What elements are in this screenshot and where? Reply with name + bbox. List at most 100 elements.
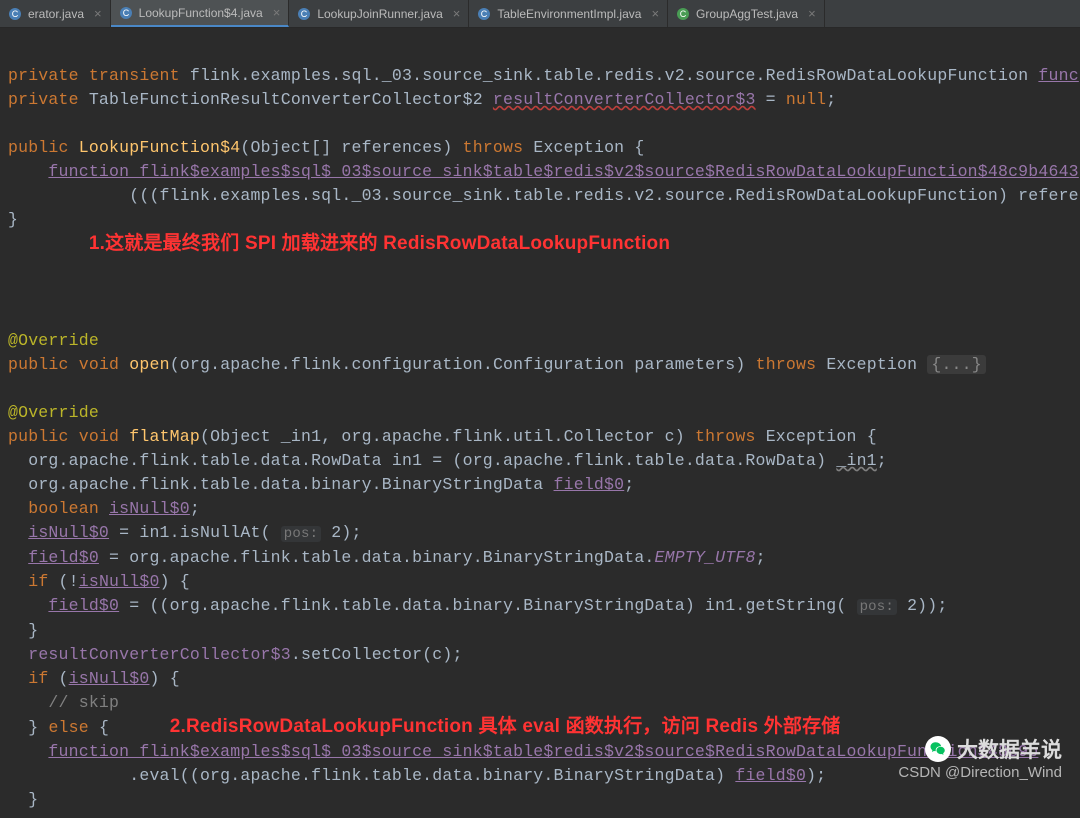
tab-label: LookupJoinRunner.java xyxy=(317,7,442,21)
wechat-icon xyxy=(925,736,951,762)
param-hint: pos: xyxy=(281,526,321,542)
close-icon[interactable]: × xyxy=(804,6,816,21)
code-editor[interactable]: private transient flink.examples.sql._03… xyxy=(0,28,1080,818)
annotation-note-1: 1.这就是最终我们 SPI 加载进来的 RedisRowDataLookupFu… xyxy=(89,233,670,254)
code-text: ( xyxy=(48,669,68,688)
param: _in1 xyxy=(836,451,876,470)
annotation-note-2: 2.RedisRowDataLookupFunction 具体 eval 函数执… xyxy=(170,716,841,737)
code-text: org.apache.flink.table.data.RowData in1 … xyxy=(28,451,836,470)
kw-private: private xyxy=(8,66,79,85)
watermark-line1: 大数据羊说 xyxy=(957,734,1062,764)
variable: function_flink$examples$sql$_03$source_s… xyxy=(48,742,1038,761)
field-name: func xyxy=(1038,66,1078,85)
code-text: ) { xyxy=(160,572,190,591)
brace: } xyxy=(28,621,38,640)
code-fold[interactable]: {...} xyxy=(927,355,986,374)
field-name: resultConverterCollector$3 xyxy=(28,645,291,664)
code-text: = ((org.apache.flink.table.data.binary.B… xyxy=(119,596,856,615)
class-icon: C xyxy=(8,7,22,21)
annotation-override: @Override xyxy=(8,331,99,350)
svg-text:C: C xyxy=(12,9,19,19)
tab-0[interactable]: C erator.java × xyxy=(0,0,111,27)
variable: isNull$0 xyxy=(79,572,160,591)
code-text xyxy=(99,499,109,518)
class-icon: C xyxy=(477,7,491,21)
kw-void: void xyxy=(79,427,119,446)
code-text: ; xyxy=(877,451,887,470)
class-icon: C xyxy=(119,6,133,20)
code-text: = in1.isNullAt( xyxy=(109,523,281,542)
close-icon[interactable]: × xyxy=(90,6,102,21)
param-hint: pos: xyxy=(857,599,897,615)
variable: isNull$0 xyxy=(28,523,109,542)
tab-label: erator.java xyxy=(28,7,84,21)
method-open: open xyxy=(129,355,169,374)
tab-4[interactable]: C GroupAggTest.java × xyxy=(668,0,825,27)
method-flatmap: flatMap xyxy=(129,427,200,446)
code-text: 2)); xyxy=(897,596,948,615)
close-icon[interactable]: × xyxy=(449,6,461,21)
code-text: ); xyxy=(806,766,826,785)
kw-public: public xyxy=(8,138,69,157)
code-text: org.apache.flink.table.data.binary.Binar… xyxy=(28,475,553,494)
kw-else: else xyxy=(48,718,88,737)
variable: field$0 xyxy=(28,548,99,567)
code-text: (((flink.examples.sql._03.source_sink.ta… xyxy=(129,186,1079,205)
variable: field$0 xyxy=(554,475,625,494)
variable: field$0 xyxy=(735,766,806,785)
tab-label: GroupAggTest.java xyxy=(696,7,798,21)
test-class-icon: C xyxy=(676,7,690,21)
kw-null: null xyxy=(786,90,826,109)
comment: // skip xyxy=(48,693,119,712)
variable: isNull$0 xyxy=(109,499,190,518)
svg-text:C: C xyxy=(481,9,488,19)
kw-throws: throws xyxy=(695,427,756,446)
code-text: ) { xyxy=(149,669,179,688)
kw-transient: transient xyxy=(89,66,180,85)
code-text: ; xyxy=(756,548,766,567)
code-text: ; xyxy=(826,90,836,109)
tab-2[interactable]: C LookupJoinRunner.java × xyxy=(289,0,469,27)
kw-public: public xyxy=(8,355,69,374)
code-text: (Object _in1, org.apache.flink.util.Coll… xyxy=(200,427,695,446)
code-text: 2); xyxy=(321,523,361,542)
code-text: .setCollector(c); xyxy=(291,645,463,664)
code-text: (org.apache.flink.configuration.Configur… xyxy=(170,355,756,374)
code-text: ; xyxy=(190,499,200,518)
variable: function_flink$examples$sql$_03$source_s… xyxy=(48,162,1078,181)
close-icon[interactable]: × xyxy=(647,6,659,21)
kw-private: private xyxy=(8,90,79,109)
watermark-line2: CSDN @Direction_Wind xyxy=(898,764,1062,781)
code-text: ; xyxy=(624,475,634,494)
code-text: (Object[] references) xyxy=(240,138,462,157)
variable: field$0 xyxy=(48,596,119,615)
brace: { xyxy=(89,718,109,737)
code-text: = org.apache.flink.table.data.binary.Bin… xyxy=(99,548,655,567)
code-text: .eval((org.apache.flink.table.data.binar… xyxy=(129,766,735,785)
kw-boolean: boolean xyxy=(28,499,99,518)
kw-throws: throws xyxy=(756,355,817,374)
svg-text:C: C xyxy=(680,9,687,19)
close-icon[interactable]: × xyxy=(269,5,281,20)
code-text: Exception { xyxy=(523,138,644,157)
static-field: EMPTY_UTF8 xyxy=(655,548,756,567)
brace: } xyxy=(28,790,38,809)
variable: isNull$0 xyxy=(69,669,150,688)
watermark: 大数据羊说 CSDN @Direction_Wind xyxy=(898,734,1062,781)
svg-text:C: C xyxy=(122,8,129,18)
tab-label: TableEnvironmentImpl.java xyxy=(497,7,641,21)
brace: } xyxy=(8,210,18,229)
brace: } xyxy=(28,718,48,737)
code-text: Exception xyxy=(816,355,927,374)
tab-3[interactable]: C TableEnvironmentImpl.java × xyxy=(469,0,668,27)
type-name: TableFunctionResultConverterCollector$2 xyxy=(89,90,483,109)
tab-1[interactable]: C LookupFunction$4.java × xyxy=(111,0,290,27)
editor-tabs: C erator.java × C LookupFunction$4.java … xyxy=(0,0,1080,28)
svg-text:C: C xyxy=(301,9,308,19)
code-text: (! xyxy=(48,572,78,591)
code-text: Exception { xyxy=(756,427,877,446)
kw-void: void xyxy=(79,355,119,374)
code-text: = xyxy=(756,90,786,109)
kw-if: if xyxy=(28,572,48,591)
field-name: resultConverterCollector$3 xyxy=(493,90,756,109)
